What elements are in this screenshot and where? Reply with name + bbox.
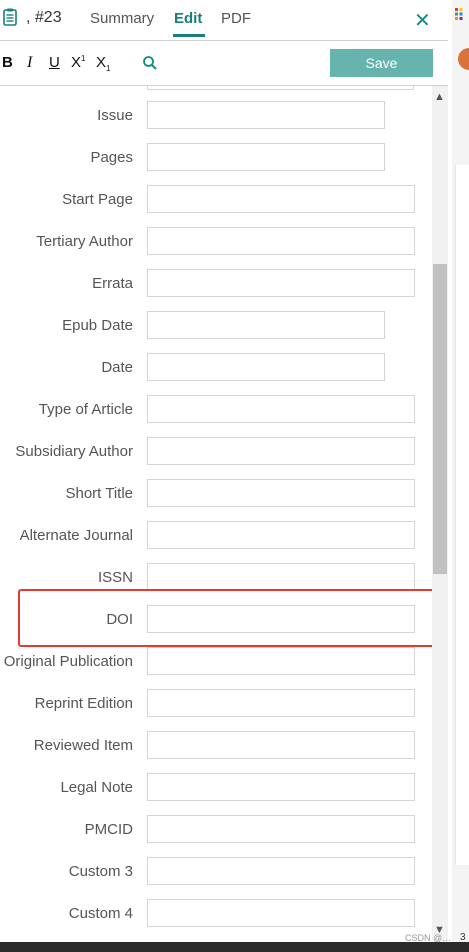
field-label: Pages bbox=[90, 149, 133, 166]
background-card bbox=[455, 165, 469, 865]
errata-field[interactable] bbox=[147, 269, 415, 297]
issue-field[interactable] bbox=[147, 101, 385, 129]
subscript-button[interactable]: X1 bbox=[96, 54, 110, 73]
field-label: Date bbox=[101, 359, 133, 376]
field-label: Reprint Edition bbox=[34, 695, 133, 712]
field-label: PMCID bbox=[84, 821, 133, 838]
pages-field[interactable] bbox=[147, 143, 385, 171]
field-label: Legal Note bbox=[60, 779, 133, 796]
form-row-errata: Errata bbox=[0, 269, 430, 301]
italic-button[interactable]: I bbox=[27, 54, 32, 72]
scroll-up-icon[interactable]: ▲ bbox=[434, 91, 445, 103]
form-row-date: Date bbox=[0, 353, 430, 385]
underline-button[interactable]: U bbox=[49, 54, 60, 71]
field-label: Epub Date bbox=[62, 317, 133, 334]
tertiary-author-field[interactable] bbox=[147, 227, 415, 255]
field-label: Type of Article bbox=[38, 401, 133, 418]
short-title-field[interactable] bbox=[147, 479, 415, 507]
apps-grid-icon[interactable] bbox=[455, 8, 467, 20]
top-bar: , #23 Summary Edit PDF ✕ bbox=[0, 0, 452, 40]
active-tab-indicator bbox=[173, 34, 205, 37]
bold-button[interactable]: B bbox=[2, 54, 13, 71]
reprint-edition-field[interactable] bbox=[147, 689, 415, 717]
superscript-mark: 1 bbox=[81, 54, 86, 63]
field-label: Custom 4 bbox=[68, 905, 133, 922]
form-row-pmcid: PMCID bbox=[0, 815, 430, 847]
close-icon[interactable]: ✕ bbox=[414, 8, 431, 33]
form-row-pages: Pages bbox=[0, 143, 430, 175]
field-label: Reviewed Item bbox=[33, 737, 133, 754]
form-row-alternate-journal: Alternate Journal bbox=[0, 521, 430, 553]
original-publication-field[interactable] bbox=[147, 647, 415, 675]
field-label: Start Page bbox=[62, 191, 133, 208]
reviewed-item-field[interactable] bbox=[147, 731, 415, 759]
search-icon[interactable] bbox=[142, 55, 158, 71]
form-row-type-of-article: Type of Article bbox=[0, 395, 430, 427]
date-field[interactable] bbox=[147, 353, 385, 381]
form-row-start-page: Start Page bbox=[0, 185, 430, 217]
field-label: Short Title bbox=[65, 485, 133, 502]
pmcid-field[interactable] bbox=[147, 815, 415, 843]
subscript-mark: 1 bbox=[106, 64, 111, 73]
field-label: Custom 3 bbox=[68, 863, 133, 880]
previous-field-bottom[interactable] bbox=[147, 86, 414, 90]
legal-note-field[interactable] bbox=[147, 773, 415, 801]
clipboard-icon[interactable] bbox=[3, 8, 17, 26]
form-row-issue: Issue bbox=[0, 101, 430, 133]
form-row-reviewed-item: Reviewed Item bbox=[0, 731, 430, 763]
tab-edit[interactable]: Edit bbox=[174, 10, 202, 27]
form-row-custom-4: Custom 4 bbox=[0, 899, 430, 931]
field-label: Alternate Journal bbox=[19, 527, 133, 544]
field-label: Errata bbox=[92, 275, 133, 292]
alternate-journal-field[interactable] bbox=[147, 521, 415, 549]
form-row-legal-note: Legal Note bbox=[0, 773, 430, 805]
field-label: Subsidiary Author bbox=[15, 443, 133, 460]
form-row-reprint-edition: Reprint Edition bbox=[0, 689, 430, 721]
form-row-short-title: Short Title bbox=[0, 479, 430, 511]
form-row-custom-3: Custom 3 bbox=[0, 857, 430, 889]
form-row-tertiary-author: Tertiary Author bbox=[0, 227, 430, 259]
field-label: ISSN bbox=[97, 569, 133, 586]
custom-4-field[interactable] bbox=[147, 899, 415, 927]
subscript-label: X bbox=[96, 54, 107, 71]
save-button[interactable]: Save bbox=[330, 49, 433, 77]
field-label: Issue bbox=[97, 107, 133, 124]
form-row-original-publication: Original Publication bbox=[0, 647, 430, 679]
reference-edit-form: Issue Pages Start Page Tertiary Author E… bbox=[0, 86, 430, 942]
subsidiary-author-field[interactable] bbox=[147, 437, 415, 465]
taskbar bbox=[0, 942, 469, 952]
custom-3-field[interactable] bbox=[147, 857, 415, 885]
field-label: Original Publication bbox=[3, 653, 133, 670]
superscript-button[interactable]: X1 bbox=[71, 54, 85, 71]
scrollbar-thumb[interactable] bbox=[433, 264, 447, 574]
form-row-epub-date: Epub Date bbox=[0, 311, 430, 343]
reference-number: , #23 bbox=[26, 9, 62, 26]
form-row-subsidiary-author: Subsidiary Author bbox=[0, 437, 430, 469]
field-label: Tertiary Author bbox=[36, 233, 133, 250]
tab-summary[interactable]: Summary bbox=[90, 10, 154, 27]
form-scrollbar[interactable]: ▲ ▼ bbox=[432, 86, 448, 942]
format-toolbar: B I U X1 X1 Save bbox=[0, 41, 448, 85]
epub-date-field[interactable] bbox=[147, 311, 385, 339]
start-page-field[interactable] bbox=[147, 185, 415, 213]
superscript-label: X bbox=[71, 54, 82, 71]
issn-field[interactable] bbox=[147, 563, 415, 591]
type-of-article-field[interactable] bbox=[147, 395, 415, 423]
tab-pdf[interactable]: PDF bbox=[221, 10, 251, 27]
doi-highlight-box bbox=[18, 589, 435, 647]
